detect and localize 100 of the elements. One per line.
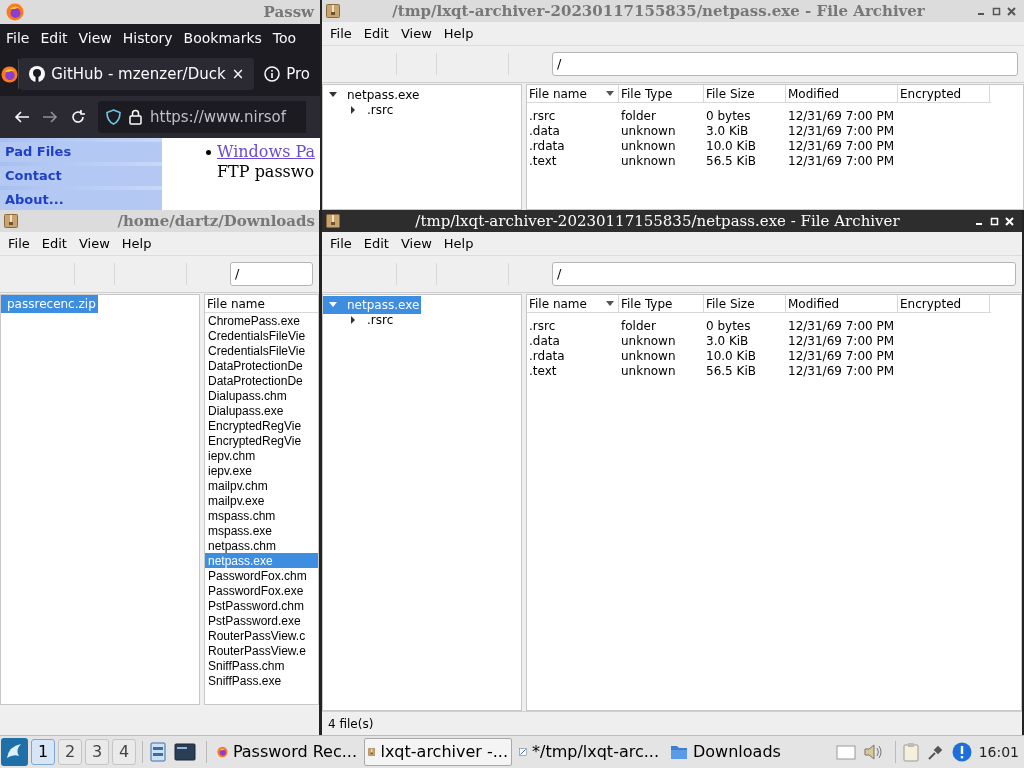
archive-entry[interactable]: EncryptedRegVie: [205, 433, 318, 448]
desktop-switch-button[interactable]: 3: [85, 739, 109, 765]
location-field[interactable]: /: [230, 262, 313, 286]
column-header[interactable]: File Size: [704, 85, 786, 102]
table-cell: unknown: [621, 334, 676, 348]
speaker-icon[interactable]: [862, 742, 885, 762]
start-menu-icon[interactable]: [1, 738, 28, 766]
location-field[interactable]: /: [552, 262, 1016, 286]
table-cell: 12/31/69 7:00 PM: [788, 364, 895, 378]
menu-item[interactable]: Too: [272, 27, 297, 49]
menu-item[interactable]: View: [78, 27, 112, 49]
menu-item[interactable]: Edit: [359, 23, 393, 44]
close-tab-button[interactable]: ×: [231, 62, 245, 86]
table-cell: 12/31/69 7:00 PM: [788, 154, 895, 168]
expand-arrow-icon[interactable]: [349, 315, 357, 324]
column-header[interactable]: Encrypted: [898, 295, 990, 312]
reload-icon[interactable]: [70, 109, 86, 125]
menu-item[interactable]: View: [396, 23, 436, 44]
archive-entry[interactable]: RouterPassView.c: [205, 628, 318, 643]
task-button[interactable]: Downloads: [666, 738, 814, 766]
column-header[interactable]: File Size: [704, 295, 786, 312]
column-header[interactable]: File Type: [619, 85, 704, 102]
window-title: /tmp/lxqt-archiver-20230117155835/netpass.exe - File Archiver: [415, 210, 900, 232]
archive-entry[interactable]: EncryptedRegVie: [205, 418, 318, 433]
archive-entry[interactable]: mspass.chm: [205, 508, 318, 523]
menu-item[interactable]: Edit: [40, 27, 68, 49]
archive-entry[interactable]: Dialupass.exe: [205, 403, 318, 418]
firefox-icon: [6, 3, 24, 21]
archive-entry[interactable]: mailpv.exe: [205, 493, 318, 508]
menu-item[interactable]: Help: [439, 233, 478, 254]
menu-item[interactable]: Bookmarks: [183, 27, 262, 49]
column-header[interactable]: Modified: [786, 85, 898, 102]
desktop-switch-button[interactable]: 2: [58, 739, 82, 765]
menu-item[interactable]: Edit: [359, 233, 393, 254]
desktop-switch-button[interactable]: 1: [31, 739, 55, 765]
page-link[interactable]: Windows Pa: [217, 142, 316, 162]
column-header[interactable]: Encrypted: [898, 85, 990, 102]
lock-icon: [129, 109, 142, 125]
archive-entry[interactable]: iepv.exe: [205, 463, 318, 478]
table-cell: 3.0 KiB: [706, 334, 749, 348]
archive-entry[interactable]: netpass.chm: [205, 538, 318, 553]
table-cell: 0 bytes: [706, 109, 751, 123]
menu-item[interactable]: Edit: [37, 233, 71, 254]
menu-item[interactable]: File: [326, 23, 356, 44]
menu-item[interactable]: View: [396, 233, 436, 254]
column-header[interactable]: Modified: [786, 295, 898, 312]
column-header[interactable]: File name: [205, 295, 318, 313]
location-field[interactable]: /: [552, 52, 1018, 76]
archive-entry[interactable]: PstPassword.chm: [205, 598, 318, 613]
archive-entry[interactable]: DataProtectionDe: [205, 373, 318, 388]
archive-entry[interactable]: mailpv.chm: [205, 478, 318, 493]
desktop-switch-button[interactable]: 4: [112, 739, 136, 765]
collapse-arrow-icon[interactable]: [329, 90, 337, 99]
browser-tab[interactable]: Pro: [254, 58, 320, 90]
task-button[interactable]: lxqt-archiver -...: [364, 738, 512, 766]
back-arrow-icon[interactable]: [14, 109, 30, 125]
table-cell: 56.5 KiB: [706, 364, 756, 378]
file-manager-icon[interactable]: [149, 742, 167, 762]
archive-entry[interactable]: CredentialsFileVie: [205, 328, 318, 343]
column-header[interactable]: File name: [527, 295, 619, 312]
task-button[interactable]: */tmp/lxqt-arc...: [515, 738, 663, 766]
table-cell: 12/31/69 7:00 PM: [788, 109, 895, 123]
table-cell: .rdata: [529, 349, 565, 363]
table-cell: unknown: [621, 139, 676, 153]
archive-entry[interactable]: SniffPass.exe: [205, 673, 318, 688]
alert-icon[interactable]: [951, 742, 972, 762]
info-icon: [264, 66, 281, 82]
table-cell: 12/31/69 7:00 PM: [788, 334, 895, 348]
column-header[interactable]: File name: [527, 85, 619, 102]
forward-arrow-icon[interactable]: [42, 109, 58, 125]
folder-icon: [670, 744, 688, 760]
archive-entry[interactable]: mspass.exe: [205, 523, 318, 538]
menu-item[interactable]: File: [326, 233, 356, 254]
clipboard-icon[interactable]: [901, 742, 920, 762]
table-cell: .data: [529, 334, 560, 348]
menu-item[interactable]: Help: [439, 23, 478, 44]
archive-entry[interactable]: iepv.chm: [205, 448, 318, 463]
task-button[interactable]: Password Rec...: [213, 738, 361, 766]
sort-caret-icon: [606, 300, 614, 307]
browser-tab[interactable]: GitHub - mzenzer/Duck ×: [19, 58, 255, 90]
terminal-icon[interactable]: [174, 743, 196, 761]
archive-entry[interactable]: RouterPassView.e: [205, 643, 318, 658]
menu-item[interactable]: View: [74, 233, 114, 254]
archive-entry[interactable]: DataProtectionDe: [205, 358, 318, 373]
menu-item[interactable]: History: [122, 27, 173, 49]
archive-entry[interactable]: Dialupass.chm: [205, 388, 318, 403]
expand-arrow-icon[interactable]: [349, 105, 357, 114]
column-header[interactable]: File Type: [619, 295, 704, 312]
menu-item[interactable]: Help: [117, 233, 156, 254]
archive-entry[interactable]: ChromePass.exe: [205, 313, 318, 328]
table-cell: 12/31/69 7:00 PM: [788, 319, 895, 333]
archive-entry[interactable]: CredentialsFileVie: [205, 343, 318, 358]
menu-item[interactable]: File: [6, 27, 30, 49]
archive-entry[interactable]: SniffPass.chm: [205, 658, 318, 673]
archive-entry[interactable]: PstPassword.exe: [205, 613, 318, 628]
table-cell: unknown: [621, 154, 676, 168]
archive-entry[interactable]: PasswordFox.exe: [205, 583, 318, 598]
archive-entry[interactable]: PasswordFox.chm: [205, 568, 318, 583]
menu-item[interactable]: File: [4, 233, 34, 254]
address-bar[interactable]: https://www.nirsof: [98, 101, 306, 133]
